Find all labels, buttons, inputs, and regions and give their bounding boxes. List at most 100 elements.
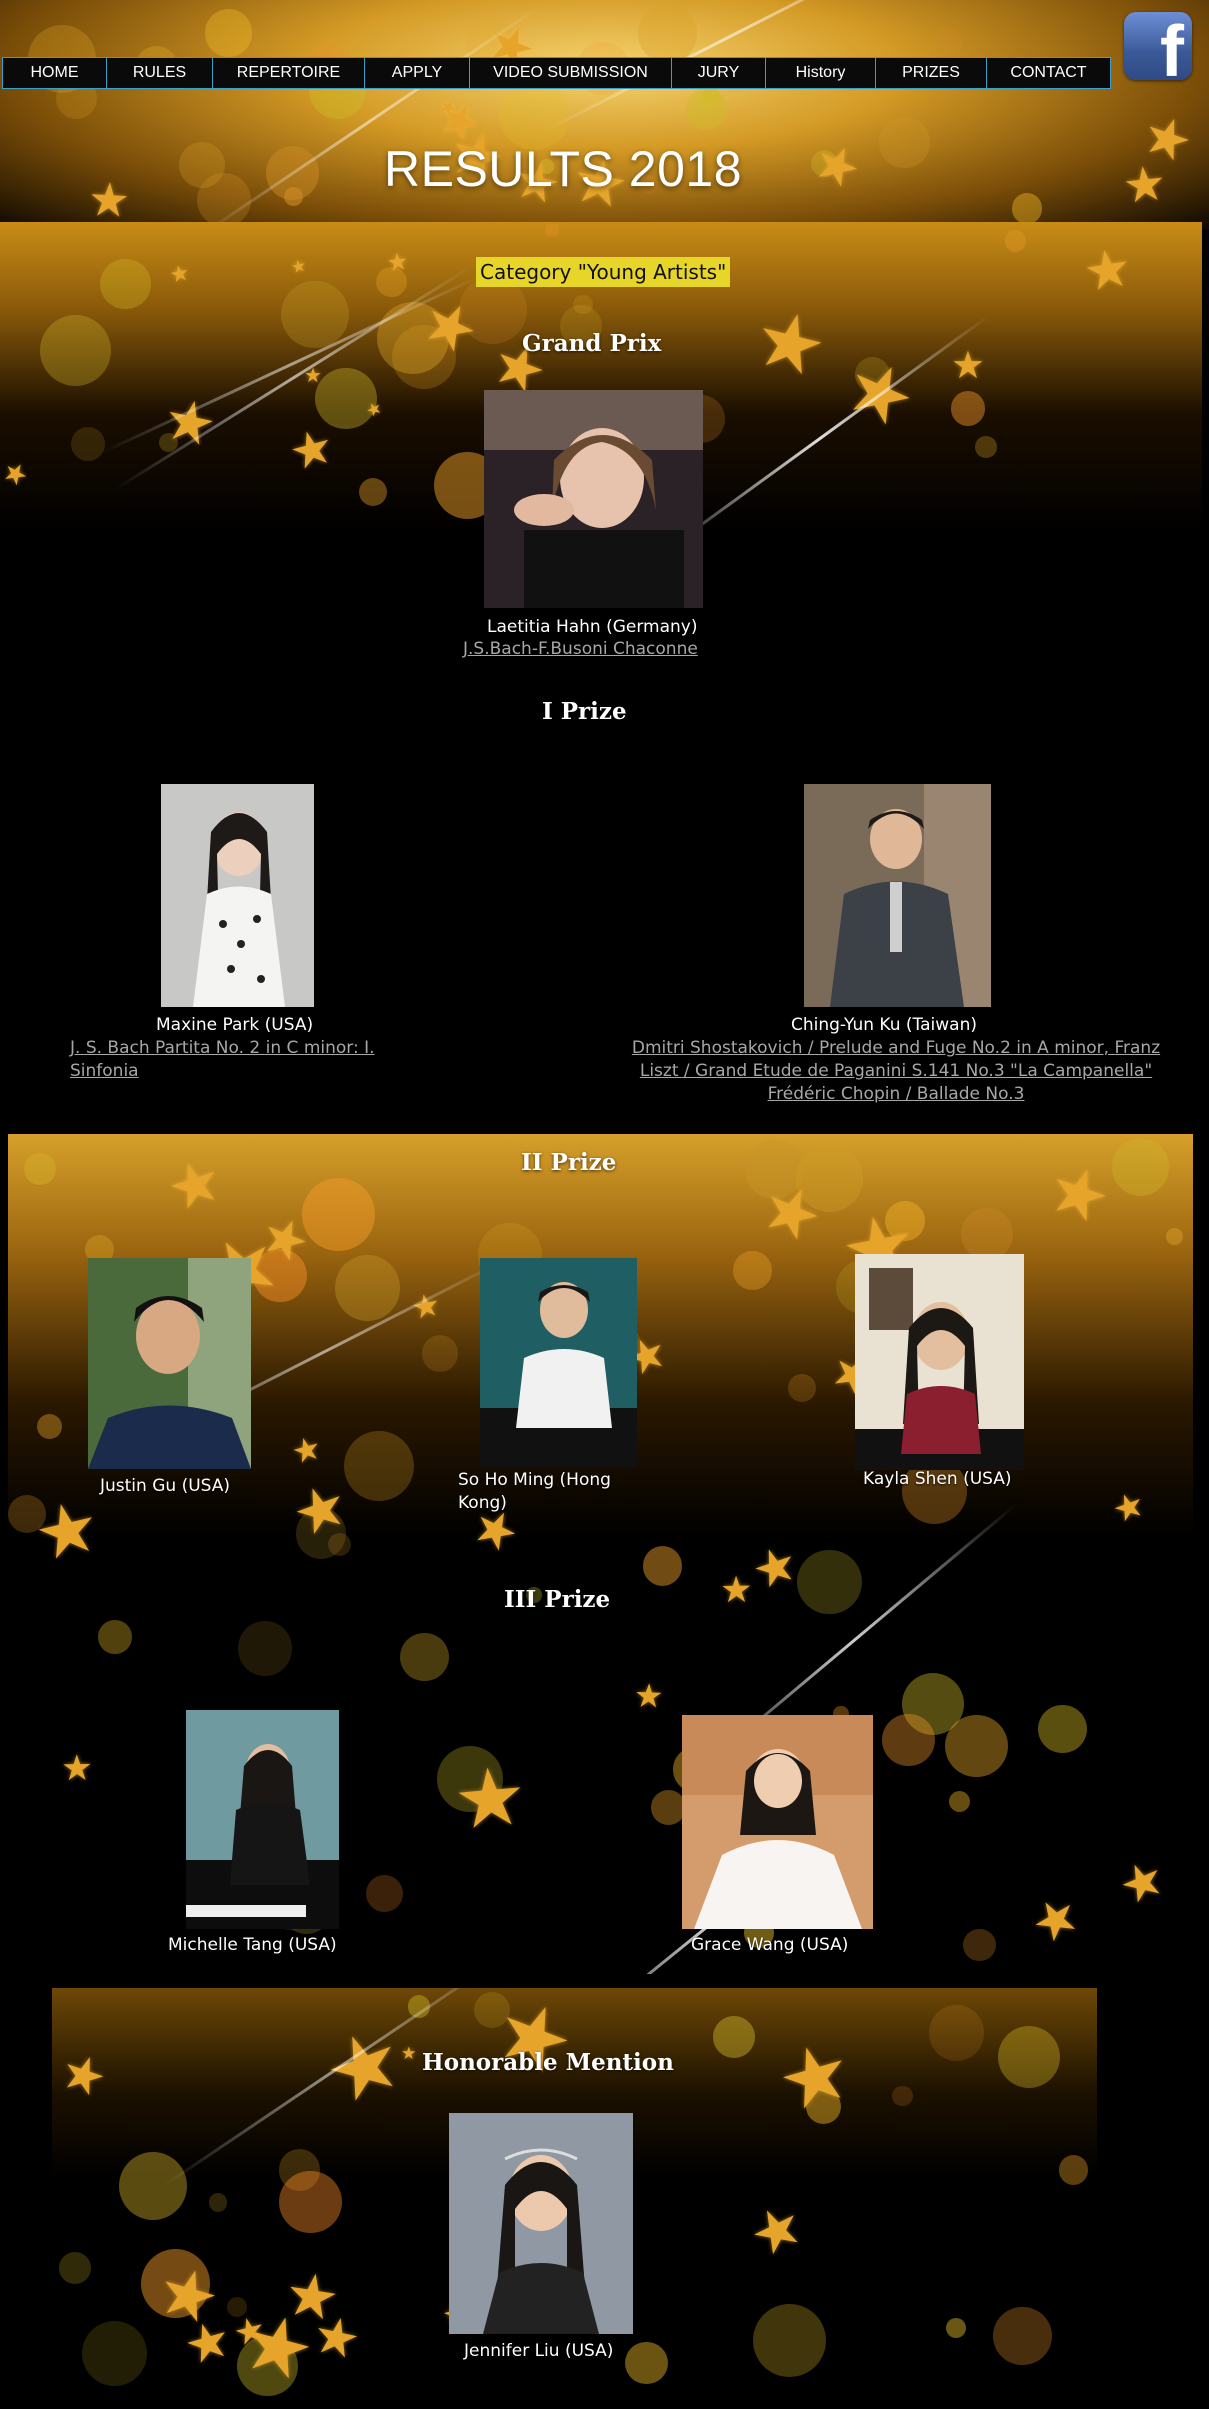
bokeh-circle	[650, 1790, 686, 1825]
photo-jennifer-liu	[449, 2113, 633, 2334]
nav-home[interactable]: HOME	[3, 58, 107, 88]
star-icon: ★	[1020, 1882, 1092, 1958]
star-icon: ★	[767, 2021, 862, 2131]
bokeh-circle	[1059, 2155, 1089, 2185]
bokeh-circle	[39, 314, 112, 387]
bokeh-circle	[1166, 1228, 1183, 1245]
star-icon: ★	[401, 2044, 418, 2065]
winner-piece-link[interactable]: Dmitri Shostakovich / Prelude and Fuge N…	[616, 1037, 1176, 1106]
bokeh-circle	[713, 2016, 755, 2058]
third-prize-heading: III Prize	[504, 1586, 611, 1613]
bokeh-circle	[788, 1374, 816, 1403]
winner-name: Maxine Park (USA)	[156, 1015, 314, 1035]
bokeh-circle	[400, 1633, 449, 1682]
bokeh-circle	[1004, 230, 1027, 252]
bokeh-circle	[753, 2304, 827, 2378]
photo-ching-yun-ku	[804, 784, 991, 1007]
bokeh-circle	[24, 1152, 56, 1185]
bokeh-circle	[238, 1621, 293, 1676]
page-title: RESULTS 2018	[383, 141, 743, 197]
bokeh-circle	[797, 1549, 862, 1615]
bokeh-circle	[948, 1790, 970, 1812]
star-icon: ★	[719, 1567, 753, 1611]
winner-piece-link[interactable]: J. S. Bach Partita No. 2 in C minor: I. …	[70, 1037, 400, 1083]
nav-video-submission[interactable]: VIDEO SUBMISSION	[470, 58, 672, 88]
nav-rules[interactable]: RULES	[107, 58, 213, 88]
bokeh-circle	[975, 436, 997, 458]
star-icon: ★	[951, 343, 985, 388]
photo-kayla-shen	[855, 1254, 1024, 1470]
nav-repertoire[interactable]: REPERTOIRE	[213, 58, 365, 88]
bokeh-circle	[892, 2085, 913, 2106]
star-icon: ★	[385, 247, 410, 278]
bokeh-circle	[993, 2306, 1052, 2366]
nav-apply[interactable]: APPLY	[365, 58, 470, 88]
star-icon: ★	[177, 2309, 238, 2379]
main-nav: HOME RULES REPERTOIRE APPLY VIDEO SUBMIS…	[2, 57, 1111, 89]
bokeh-circle	[302, 1178, 376, 1251]
grand-prix-heading: Grand Prix	[522, 330, 662, 357]
star-icon: ★	[53, 2040, 115, 2110]
bokeh-circle	[962, 1928, 996, 1962]
bokeh-circle	[625, 2341, 669, 2385]
bokeh-circle	[1037, 1704, 1087, 1754]
star-icon: ★	[449, 1749, 530, 1850]
star-icon: ★	[1079, 236, 1136, 305]
bokeh-circle	[928, 2005, 985, 2061]
winner-name: Jennifer Liu (USA)	[464, 2341, 614, 2361]
nav-contact[interactable]: CONTACT	[987, 58, 1110, 88]
bokeh-circle	[281, 281, 349, 349]
nav-history[interactable]: History	[766, 58, 876, 88]
bokeh-circle	[1111, 1138, 1170, 1196]
bokeh-circle	[59, 2252, 91, 2284]
photo-justin-gu	[88, 1258, 251, 1469]
bokeh-circle	[933, 27, 962, 56]
star-icon: ★	[251, 1202, 319, 1277]
bokeh-circle	[997, 2025, 1061, 2089]
bokeh-circle	[279, 2170, 342, 2234]
bokeh-circle	[100, 258, 151, 310]
star-icon: ★	[288, 254, 308, 278]
bokeh-circle	[882, 1713, 935, 1767]
bokeh-circle	[81, 2321, 147, 2387]
bokeh-circle	[118, 2152, 188, 2221]
bokeh-circle	[637, 4, 697, 63]
nav-jury[interactable]: JURY	[672, 58, 766, 88]
bokeh-circle	[960, 1208, 1013, 1261]
facebook-icon[interactable]: f	[1124, 12, 1192, 80]
bokeh-circle	[204, 9, 253, 57]
nav-prizes[interactable]: PRIZES	[876, 58, 987, 88]
photo-laetitia-hahn	[484, 390, 703, 608]
bokeh-circle	[950, 391, 986, 426]
bokeh-circle	[544, 223, 559, 238]
bokeh-circle	[733, 1251, 772, 1290]
bokeh-circle	[365, 1874, 403, 1912]
winner-name: So Ho Ming (Hong Kong)	[458, 1470, 611, 1513]
category-label: Category "Young Artists"	[476, 257, 731, 287]
winner-piece-link[interactable]: J.S.Bach-F.Busoni Chaconne	[463, 638, 698, 661]
bokeh-circle	[685, 88, 728, 130]
winner-name: Laetitia Hahn (Germany)	[487, 617, 698, 637]
winner-name: Kayla Shen (USA)	[863, 1469, 1012, 1489]
honorable-mention-heading: Honorable Mention	[422, 2049, 674, 2076]
star-icon: ★	[1110, 1846, 1174, 1918]
winner-name: Justin Gu (USA)	[100, 1476, 231, 1496]
star-icon: ★	[61, 1747, 94, 1790]
bokeh-circle	[98, 1620, 132, 1654]
winner-name: Michelle Tang (USA)	[168, 1935, 337, 1955]
star-icon: ★	[0, 452, 35, 494]
star-icon: ★	[745, 290, 836, 396]
star-icon: ★	[744, 1532, 806, 1602]
bokeh-circle	[209, 2193, 228, 2212]
star-icon: ★	[167, 260, 192, 290]
star-icon: ★	[633, 1676, 665, 1716]
winner-name: Ching-Yun Ku (Taiwan)	[791, 1015, 977, 1035]
star-icon: ★	[283, 417, 340, 483]
star-icon: ★	[1106, 1482, 1151, 1533]
bokeh-circle	[421, 1335, 459, 1372]
photo-so-ho-ming	[480, 1258, 637, 1467]
second-prize-heading: II Prize	[521, 1149, 617, 1176]
bokeh-circle	[642, 1546, 683, 1587]
bokeh-circle	[358, 477, 387, 506]
first-prize-heading: I Prize	[542, 698, 627, 725]
